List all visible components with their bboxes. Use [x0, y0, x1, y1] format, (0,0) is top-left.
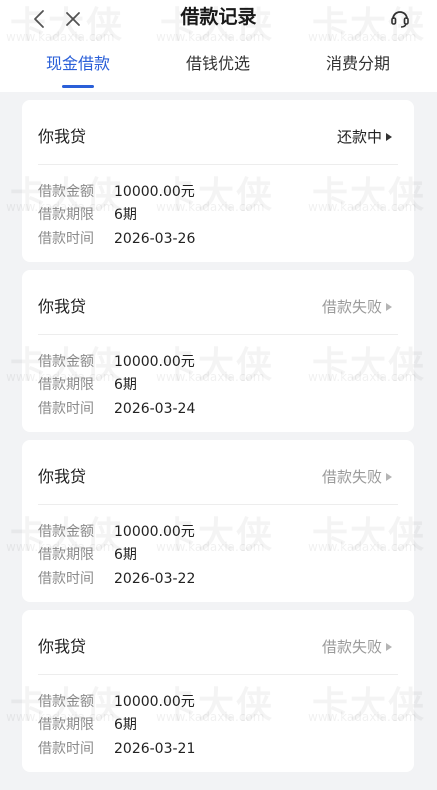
loan-amount-label: 借款金额	[38, 184, 94, 200]
loan-amount-value: 10000.00元	[114, 184, 195, 200]
loan-amount-label: 借款金额	[38, 524, 94, 540]
loan-term-label: 借款期限	[38, 717, 94, 733]
triangle-right-icon	[386, 133, 392, 141]
loan-amount-value: 10000.00元	[114, 354, 195, 370]
tab-cash-loan[interactable]: 现金借款	[5, 52, 151, 76]
loan-amount-row: 借款金额 10000.00元	[38, 351, 195, 373]
loan-record-card[interactable]: 你我贷 借款失败 借款金额 10000.00元 借款期限 6期 借款时间 2026-0…	[22, 270, 414, 432]
loan-record-card[interactable]: 你我贷 借款失败 借款金额 10000.00元 借款期限 6期 借款时间 2026-0…	[22, 610, 414, 772]
loan-amount-value: 10000.00元	[114, 524, 195, 540]
loan-date-label: 借款时间	[38, 741, 94, 757]
tab-consumer-installment[interactable]: 消费分期	[285, 52, 431, 76]
loan-term-value: 6期	[114, 207, 137, 223]
loan-term-row: 借款期限 6期	[38, 204, 137, 226]
active-tab-indicator	[62, 85, 94, 88]
loan-date-value: 2026-03-22	[114, 571, 196, 587]
loan-date-label: 借款时间	[38, 401, 94, 417]
loan-amount-value: 10000.00元	[114, 694, 195, 710]
product-name: 你我贷	[38, 637, 87, 656]
loan-amount-row: 借款金额 10000.00元	[38, 521, 195, 543]
loan-date-label: 借款时间	[38, 231, 94, 247]
product-name: 你我贷	[38, 467, 87, 486]
loan-record-card[interactable]: 你我贷 还款中 借款金额 10000.00元 借款期限 6期 借款时间 2026-03…	[22, 100, 414, 262]
loan-date-label: 借款时间	[38, 571, 94, 587]
loan-term-row: 借款期限 6期	[38, 714, 137, 736]
triangle-right-icon	[386, 643, 392, 651]
loan-amount-label: 借款金额	[38, 354, 94, 370]
loan-amount-row: 借款金额 10000.00元	[38, 181, 195, 203]
card-divider	[38, 334, 398, 335]
top-navigation-bar: 借款记录	[0, 0, 437, 44]
loan-term-value: 6期	[114, 547, 137, 563]
loan-date-value: 2026-03-21	[114, 741, 196, 757]
loan-amount-label: 借款金额	[38, 694, 94, 710]
loan-term-label: 借款期限	[38, 547, 94, 563]
loan-term-row: 借款期限 6期	[38, 374, 137, 396]
tab-loan-preferred[interactable]: 借钱优选	[145, 52, 291, 76]
loan-record-list: 你我贷 还款中 借款金额 10000.00元 借款期限 6期 借款时间 2026-03…	[0, 92, 437, 790]
loan-term-value: 6期	[114, 377, 137, 393]
loan-date-row: 借款时间 2026-03-22	[38, 568, 195, 590]
card-divider	[38, 504, 398, 505]
loan-term-label: 借款期限	[38, 207, 94, 223]
loan-date-row: 借款时间 2026-03-21	[38, 738, 195, 760]
loan-record-card[interactable]: 你我贷 借款失败 借款金额 10000.00元 借款期限 6期 借款时间 2026-0…	[22, 440, 414, 602]
loan-date-row: 借款时间 2026-03-26	[38, 228, 195, 250]
customer-service-button[interactable]	[386, 4, 414, 32]
loan-date-value: 2026-03-26	[114, 231, 196, 247]
loan-term-label: 借款期限	[38, 377, 94, 393]
loan-term-value: 6期	[114, 717, 137, 733]
loan-date-row: 借款时间 2026-03-24	[38, 398, 195, 420]
card-divider	[38, 674, 398, 675]
loan-status[interactable]: 借款失败	[322, 636, 392, 658]
loan-date-value: 2026-03-24	[114, 401, 196, 417]
loan-status-label: 借款失败	[321, 638, 382, 656]
headset-icon	[391, 11, 409, 28]
triangle-right-icon	[386, 303, 392, 311]
loan-status-label: 借款失败	[321, 468, 382, 486]
loan-status[interactable]: 借款失败	[322, 466, 392, 488]
card-divider	[38, 164, 398, 165]
loan-term-row: 借款期限 6期	[38, 544, 137, 566]
loan-status-label: 还款中	[336, 128, 382, 146]
loan-type-tabs: 现金借款 借钱优选 消费分期	[0, 44, 437, 92]
loan-status-label: 借款失败	[321, 298, 382, 316]
loan-status[interactable]: 还款中	[337, 126, 392, 148]
product-name: 你我贷	[38, 297, 87, 316]
page-title: 借款记录	[180, 6, 257, 28]
triangle-right-icon	[386, 473, 392, 481]
product-name: 你我贷	[38, 127, 87, 146]
loan-status[interactable]: 借款失败	[322, 296, 392, 318]
loan-amount-row: 借款金额 10000.00元	[38, 691, 195, 713]
